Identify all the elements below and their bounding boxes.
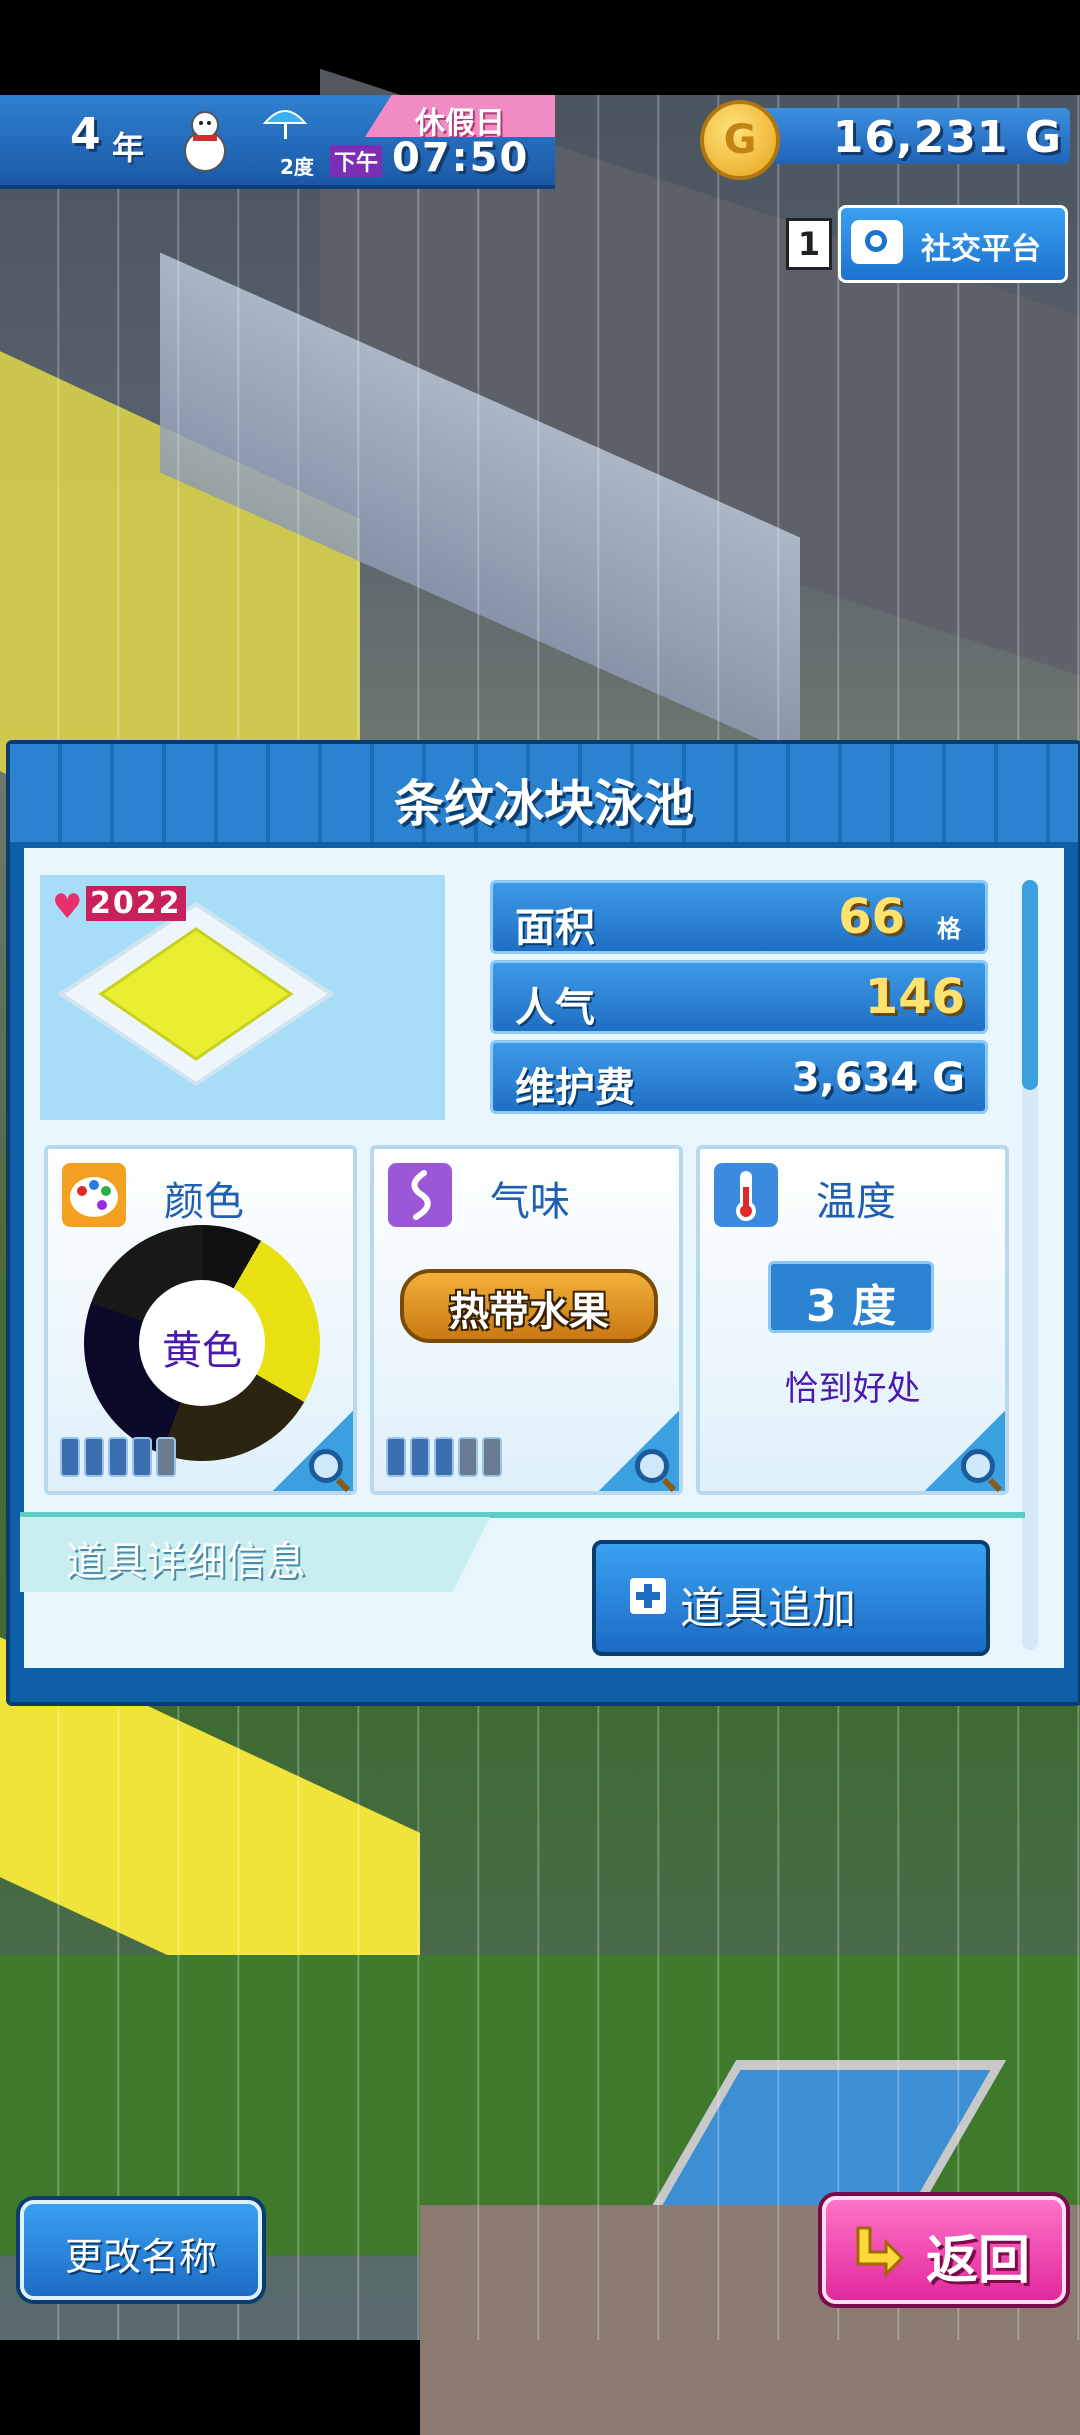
pool-preview-image [57, 901, 335, 1087]
stat-value: 146 [864, 969, 965, 1025]
magnifier-icon[interactable] [635, 1449, 669, 1483]
stat-unit: 格 [937, 915, 961, 943]
social-notification-badge: 1 [786, 218, 832, 270]
year-unit: 年 [112, 129, 145, 167]
scent-value: 热带水果 [449, 1289, 609, 1335]
clock-time: 07:50 [392, 135, 530, 181]
holiday-label: 休假日 [415, 106, 505, 141]
plus-icon [630, 1578, 666, 1614]
scent-icon [388, 1163, 452, 1227]
camera-icon [851, 220, 903, 264]
facility-name: 条纹冰块泳池 [394, 775, 694, 833]
temperature-title: 温度 [816, 1179, 896, 1225]
item-details-tab[interactable]: 道具详细信息 [20, 1517, 490, 1592]
stat-area: 面积 66 格 [490, 880, 988, 954]
thermometer-icon [714, 1163, 778, 1227]
magnifier-icon[interactable] [961, 1449, 995, 1483]
stat-popularity: 人气 146 [490, 960, 988, 1034]
palette-icon [62, 1163, 126, 1227]
scent-card[interactable]: 气味 热带水果 [370, 1145, 683, 1495]
temperature-desc: 恰到好处 [784, 1369, 921, 1409]
add-item-button[interactable]: 道具追加 [592, 1540, 990, 1656]
temperature-value: 3 度 [806, 1281, 896, 1332]
umbrella-icon [262, 110, 308, 139]
love-count: 2022 [86, 886, 186, 921]
stat-label: 人气 [515, 985, 595, 1031]
temperature-card[interactable]: 温度 3 度 恰到好处 [696, 1145, 1009, 1495]
ampm-label: 下午 [330, 145, 383, 177]
color-card[interactable]: 颜色 黄色 [44, 1145, 357, 1495]
year-number: 4 [70, 109, 101, 160]
temperature-value-box: 3 度 [768, 1261, 934, 1333]
rename-button[interactable]: 更改名称 [20, 2200, 262, 2300]
color-title: 颜色 [164, 1179, 244, 1225]
item-details-label: 道具详细信息 [66, 1539, 306, 1585]
stat-value: 3,634 G [791, 1055, 965, 1101]
gold-coin-icon: G [700, 100, 780, 180]
color-level [60, 1437, 176, 1477]
scent-title: 气味 [490, 1179, 570, 1225]
back-label: 返回 [926, 2231, 1031, 2291]
social-platform-label: 社交平台 [921, 232, 1041, 267]
stat-maintenance: 维护费 3,634 G [490, 1040, 988, 1114]
stat-value: 66 [838, 889, 905, 945]
panel-scroll-thumb[interactable] [1022, 880, 1038, 1090]
stat-label: 面积 [515, 905, 595, 951]
scent-value-badge: 热带水果 [400, 1269, 658, 1343]
magnifier-icon[interactable] [309, 1449, 343, 1483]
add-item-label: 道具追加 [680, 1583, 856, 1634]
scent-level [386, 1437, 502, 1477]
temperature-readout: 2度 [280, 155, 314, 179]
snowman-icon [184, 111, 226, 172]
stat-label: 维护费 [515, 1065, 635, 1111]
back-button[interactable]: 返回 [822, 2196, 1066, 2304]
rename-label: 更改名称 [64, 2235, 217, 2279]
holiday-badge: 休假日 [365, 95, 555, 137]
return-arrow-icon [856, 2226, 905, 2278]
social-platform-button[interactable]: 社交平台 [838, 205, 1068, 283]
money-value: 16,231 G [832, 112, 1062, 163]
color-value: 黄色 [162, 1328, 242, 1374]
heart-icon: ♥ [52, 887, 83, 927]
